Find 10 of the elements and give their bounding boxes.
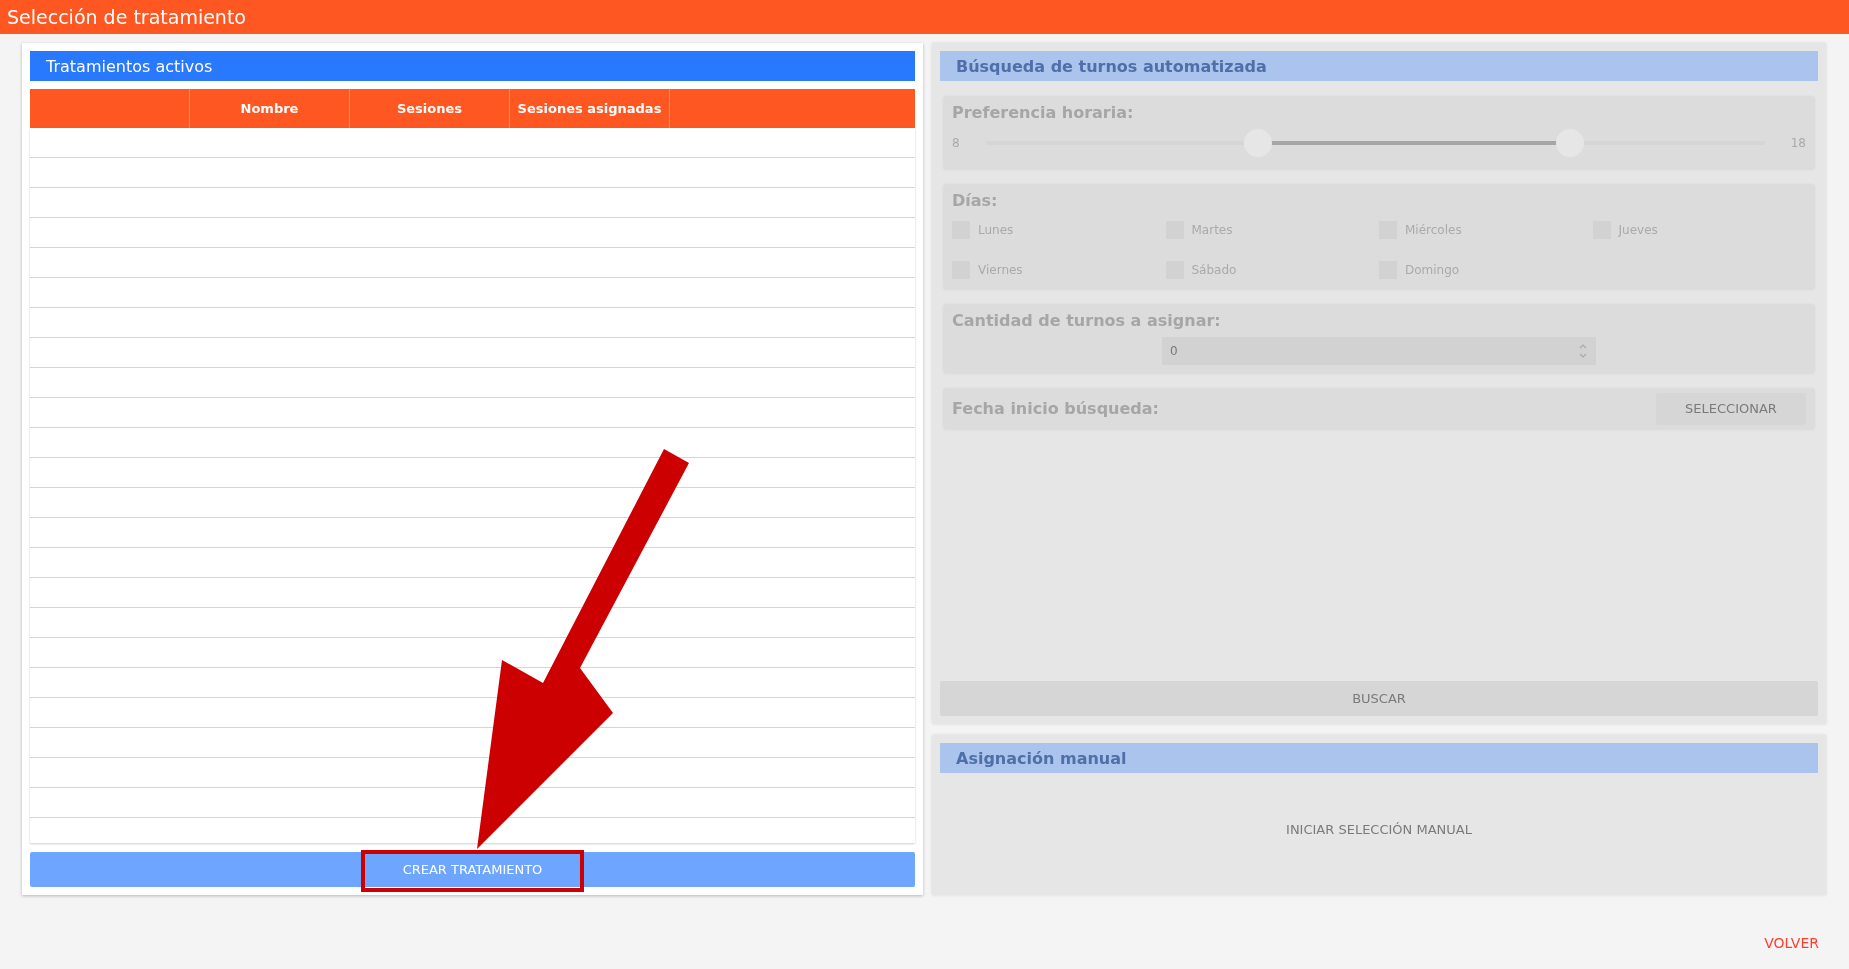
back-link[interactable]: VOLVER (1764, 933, 1819, 954)
panel-title: Búsqueda de turnos automatizada (940, 51, 1818, 81)
create-treatment-button[interactable]: CREAR TRATAMIENTO (30, 852, 915, 887)
title-bar: Selección de tratamiento (0, 0, 1849, 34)
column-header[interactable]: Sesiones (350, 89, 510, 128)
column-header[interactable]: Nombre (190, 89, 350, 128)
column-header[interactable]: Sesiones asignadas (510, 89, 670, 128)
spinner-arrows-icon[interactable] (1578, 342, 1588, 360)
panel-title: Tratamientos activos (30, 51, 915, 81)
panel-title: Asignación manual (940, 743, 1818, 773)
